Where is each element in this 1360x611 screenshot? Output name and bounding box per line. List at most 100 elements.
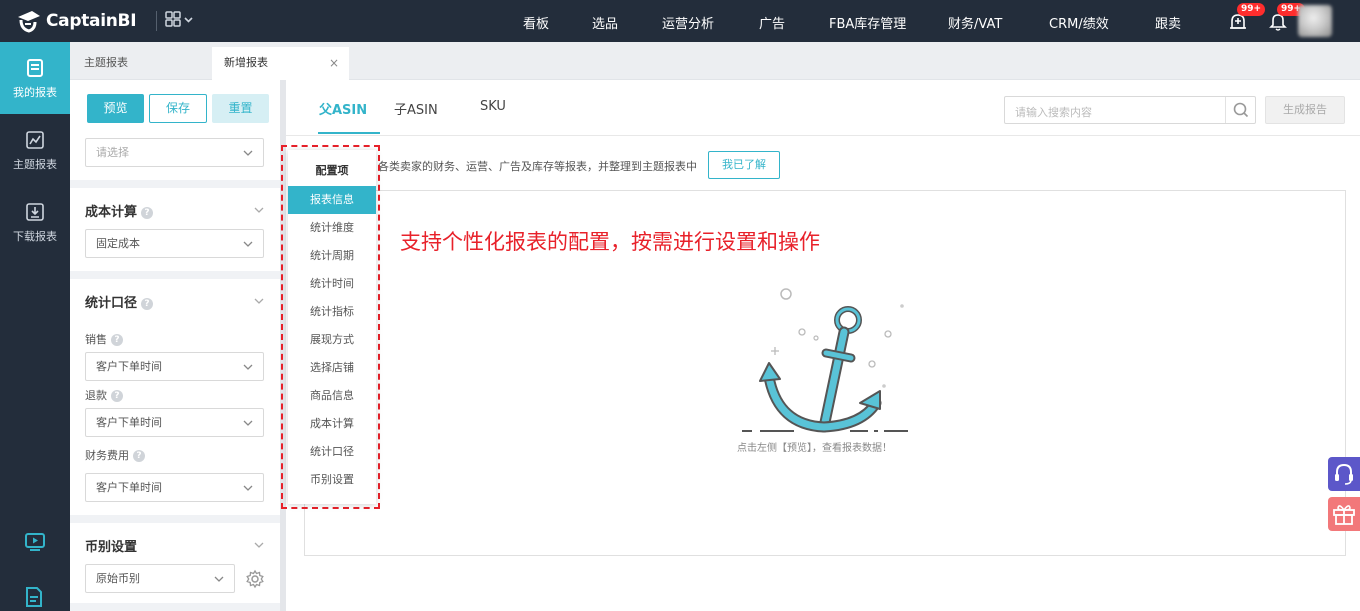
nav-fba-inventory[interactable]: FBA库存管理 xyxy=(829,13,906,32)
cost-method-select[interactable]: 固定成本 xyxy=(85,229,264,258)
save-button[interactable]: 保存 xyxy=(149,94,207,123)
rail-label: 下载报表 xyxy=(13,230,57,243)
label-text: 退款 xyxy=(85,389,107,402)
tab-theme-reports[interactable]: 主题报表 xyxy=(72,47,212,80)
menu-item-cost[interactable]: 成本计算 xyxy=(288,410,376,438)
nav-ads[interactable]: 广告 xyxy=(759,13,785,32)
reset-button[interactable]: 重置 xyxy=(212,94,269,123)
menu-item-currency[interactable]: 币别设置 xyxy=(288,466,376,494)
close-icon[interactable]: × xyxy=(329,47,339,79)
menu-item-product[interactable]: 商品信息 xyxy=(288,382,376,410)
sales-time-select[interactable]: 客户下单时间 xyxy=(85,352,264,381)
select-placeholder: 请选择 xyxy=(96,146,129,159)
search-input[interactable]: 请输入搜索内容 xyxy=(1004,96,1256,124)
tab-new-report[interactable]: 新增报表 × xyxy=(212,47,349,80)
search-button[interactable] xyxy=(1225,97,1255,123)
download-icon xyxy=(26,203,44,221)
section-title-text: 统计口径 xyxy=(85,296,138,311)
finance-fee-time-select[interactable]: 客户下单时间 xyxy=(85,473,264,502)
tab-label: 主题报表 xyxy=(84,56,128,69)
captainbi-logo[interactable]: CaptainBI xyxy=(14,6,137,36)
rail-item-my-reports[interactable]: 我的报表 xyxy=(0,42,70,114)
collapse-chevron-icon[interactable] xyxy=(254,205,264,215)
gear-icon[interactable] xyxy=(245,569,265,589)
scope-section-title: 统计口径? xyxy=(85,292,154,311)
label-text: 销售 xyxy=(85,333,107,346)
currency-card: 币别设置 原始币别 xyxy=(70,523,280,603)
captain-hat-icon xyxy=(14,7,42,35)
nav-dashboard[interactable]: 看板 xyxy=(523,13,549,32)
action-card: 预览 保存 重置 请选择 xyxy=(70,80,280,180)
rail-item-theme-reports[interactable]: 主题报表 xyxy=(0,114,70,186)
search-placeholder: 请输入搜索内容 xyxy=(1015,106,1092,119)
acknowledge-button[interactable]: 我已了解 xyxy=(708,151,780,179)
generate-report-button[interactable]: 生成报告 xyxy=(1265,96,1345,124)
tab-divider xyxy=(286,135,1360,136)
nav-product-selection[interactable]: 选品 xyxy=(592,13,618,32)
gift-button[interactable] xyxy=(1328,497,1360,531)
select-value: 客户下单时间 xyxy=(96,360,162,373)
logo-divider xyxy=(156,11,157,31)
tab-child-asin[interactable]: 子ASIN xyxy=(394,99,438,118)
empty-state-text: 点击左侧【预览】，查看报表数据！ xyxy=(737,443,892,454)
video-tutorial-icon[interactable] xyxy=(24,532,46,555)
help-icon[interactable]: ? xyxy=(111,390,123,402)
menu-title: 配置项 xyxy=(315,164,349,177)
menu-item-dimension[interactable]: 统计维度 xyxy=(288,214,376,242)
anchor-empty-illustration xyxy=(742,288,908,433)
notification-button[interactable]: 99+ xyxy=(1267,3,1306,32)
rail-item-download-reports[interactable]: 下载报表 xyxy=(0,186,70,258)
nav-finance-vat[interactable]: 财务/VAT xyxy=(948,13,1002,32)
customer-service-button[interactable] xyxy=(1328,457,1360,491)
help-icon[interactable]: ? xyxy=(141,207,154,219)
sales-label: 销售? xyxy=(85,331,123,347)
select-value: 客户下单时间 xyxy=(96,481,162,494)
left-rail: 我的报表 主题报表 下载报表 xyxy=(0,42,70,611)
scope-card: 统计口径? 销售? 客户下单时间 退款? 客户下单时间 财务费用? 客户下单时间 xyxy=(70,279,280,515)
apps-grid-icon[interactable] xyxy=(164,10,196,32)
tab-label: 新增报表 xyxy=(224,56,268,69)
nav-follow-sell[interactable]: 跟卖 xyxy=(1155,13,1181,32)
menu-item-store[interactable]: 选择店铺 xyxy=(288,354,376,382)
report-config-panel: 预览 保存 重置 请选择 成本计算? 固定成本 统计口径? 销售? 客户下单时间 xyxy=(70,80,280,611)
help-icon[interactable]: ? xyxy=(133,450,145,462)
chart-icon xyxy=(26,131,44,149)
select-value: 原始币别 xyxy=(96,572,140,585)
collapse-chevron-icon[interactable] xyxy=(254,296,264,306)
annotation-text: 支持个性化报表的配置，按需进行设置和操作 xyxy=(400,230,820,254)
help-icon[interactable]: ? xyxy=(141,298,154,310)
notice-text: 各类卖家的财务、运营、广告及库存等报表，并整理到主题报表中 xyxy=(378,160,697,173)
nav-operations-analysis[interactable]: 运营分析 xyxy=(662,13,714,32)
select-value: 固定成本 xyxy=(96,237,140,250)
search-icon xyxy=(1233,102,1249,118)
collapse-chevron-icon[interactable] xyxy=(254,540,264,550)
tab-sku[interactable]: SKU xyxy=(480,99,506,114)
tab-parent-asin[interactable]: 父ASIN xyxy=(319,99,367,118)
menu-item-scope[interactable]: 统计口径 xyxy=(288,438,376,466)
refund-time-select[interactable]: 客户下单时间 xyxy=(85,408,264,437)
currency-section-title: 币别设置 xyxy=(85,540,138,555)
cost-card: 成本计算? 固定成本 xyxy=(70,188,280,271)
menu-item-metrics[interactable]: 统计指标 xyxy=(288,298,376,326)
user-avatar[interactable] xyxy=(1298,5,1332,37)
menu-item-display[interactable]: 展现方式 xyxy=(288,326,376,354)
chevron-down-icon xyxy=(243,241,253,247)
config-item-menu: 配置项 报表信息 统计维度 统计周期 统计时间 统计指标 展现方式 选择店铺 商… xyxy=(288,150,376,504)
help-icon[interactable]: ? xyxy=(111,334,123,346)
chevron-down-icon xyxy=(243,150,253,156)
chevron-down-icon xyxy=(243,420,253,426)
preview-button[interactable]: 预览 xyxy=(87,94,144,123)
menu-item-time[interactable]: 统计时间 xyxy=(288,270,376,298)
announcement-button[interactable]: 99+ xyxy=(1227,3,1266,32)
rail-label: 主题报表 xyxy=(13,158,57,171)
menu-item-period[interactable]: 统计周期 xyxy=(288,242,376,270)
menu-item-report-info[interactable]: 报表信息 xyxy=(288,186,376,214)
report-select[interactable]: 请选择 xyxy=(85,138,264,167)
refund-label: 退款? xyxy=(85,387,123,403)
page-tab-strip: 主题报表 新增报表 × xyxy=(70,42,1360,80)
nav-crm-performance[interactable]: CRM/绩效 xyxy=(1049,13,1109,32)
currency-select[interactable]: 原始币别 xyxy=(85,564,235,593)
announcement-badge: 99+ xyxy=(1237,3,1266,16)
document-icon[interactable] xyxy=(24,586,44,611)
chevron-down-icon xyxy=(243,485,253,491)
